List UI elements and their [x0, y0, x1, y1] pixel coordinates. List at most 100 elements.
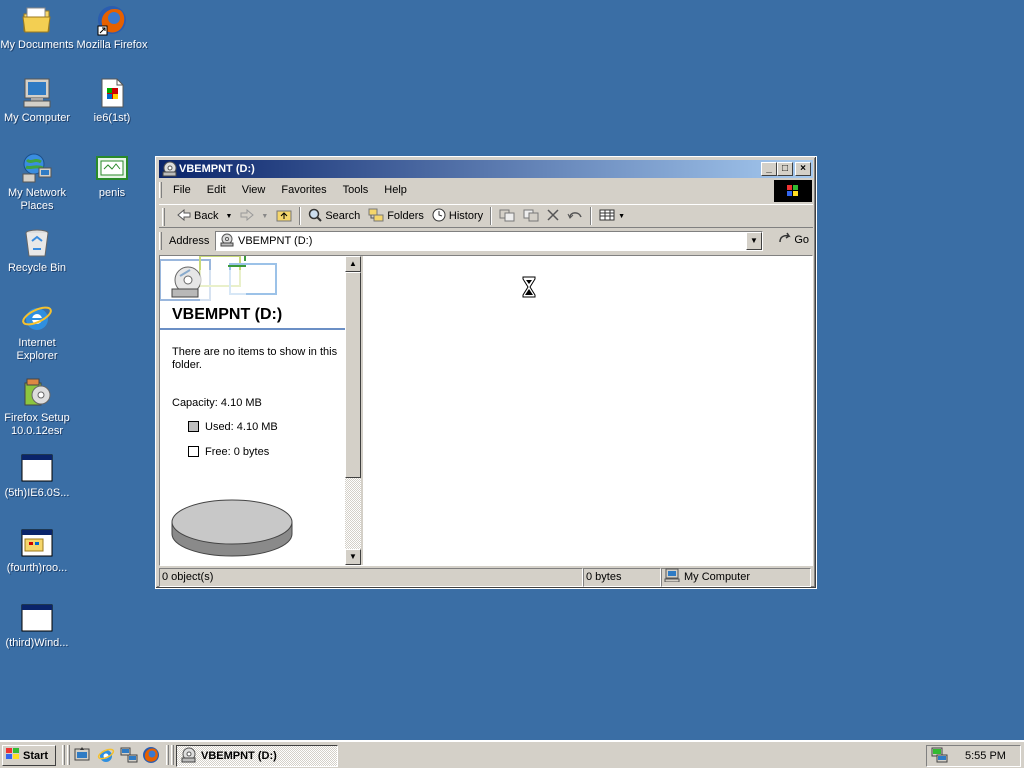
address-bar: Address VBEMPNT (D:) ▼ Go [159, 229, 813, 253]
desktop-icon-label: (5th)IE6.0S... [4, 487, 70, 499]
desktop-icon-my-computer[interactable]: My Computer [0, 77, 74, 125]
addressbar-grip[interactable] [159, 232, 162, 250]
desktop-icon-penis[interactable]: penis [75, 152, 149, 200]
status-objects: 0 object(s) [159, 568, 583, 587]
delete-x-icon [547, 208, 559, 224]
desktop-icon-label: (fourth)roo... [6, 562, 68, 574]
chevron-down-icon: ▼ [349, 552, 357, 561]
free-legend: Free: 0 bytes [188, 446, 269, 459]
menu-favorites[interactable]: Favorites [273, 184, 334, 196]
up-folder-icon [276, 208, 292, 225]
up-folder-button[interactable] [272, 208, 296, 225]
status-bar: 0 object(s) 0 bytes My Computer [159, 568, 813, 587]
desktop-icon-internet-explorer[interactable]: Internet Explorer [0, 302, 74, 363]
back-button[interactable]: Back ▼ [173, 208, 236, 224]
move-to-button[interactable] [495, 208, 519, 225]
clock[interactable]: 5:55 PM [965, 750, 1006, 762]
delete-button[interactable] [543, 208, 563, 224]
window-title: VBEMPNT (D:) [179, 163, 255, 175]
quicklaunch-grip[interactable] [67, 745, 70, 765]
forward-button[interactable]: ▼ [236, 208, 272, 224]
firefox-icon[interactable] [142, 746, 160, 764]
desktop-icon-label: penis [98, 187, 126, 199]
toolbar-grip[interactable] [162, 208, 165, 226]
search-button[interactable]: Search [304, 208, 364, 225]
file-icon [96, 77, 128, 109]
toolbar-separator [299, 207, 302, 225]
desktop-icon-recycle-bin[interactable]: Recycle Bin [0, 227, 74, 275]
explorer-window: VBEMPNT (D:) _ □ × File Edit View Favori… [155, 156, 817, 589]
desktop-icon-fourth-roo[interactable]: (fourth)roo... [0, 527, 74, 575]
menubar-grip[interactable] [159, 182, 162, 198]
go-button[interactable]: Go [778, 232, 809, 247]
desktop-icon-label: My Network Places [7, 187, 67, 212]
desktop-icon-my-network-places[interactable]: My Network Places [0, 152, 74, 213]
minimize-button[interactable]: _ [761, 162, 777, 176]
chevron-up-icon: ▲ [349, 259, 357, 268]
image-icon [96, 152, 128, 184]
computer-icon [21, 77, 53, 109]
desktop-icon-label: Firefox Setup 10.0.12esr [4, 412, 70, 437]
menu-view[interactable]: View [234, 184, 274, 196]
start-button[interactable]: Start [2, 745, 56, 766]
history-label: History [448, 210, 484, 222]
desktop-icon-ie6-1st[interactable]: ie6(1st) [75, 77, 149, 125]
chevron-down-icon: ▼ [261, 212, 269, 220]
hourglass-cursor-icon [522, 276, 536, 301]
address-input[interactable]: VBEMPNT (D:) ▼ [215, 231, 763, 251]
desktop-icon-label: Mozilla Firefox [76, 39, 148, 51]
system-tray: 5:55 PM [926, 745, 1021, 767]
minimize-icon: _ [766, 163, 772, 174]
close-button[interactable]: × [795, 162, 811, 176]
folders-label: Folders [387, 210, 424, 222]
scroll-down-button[interactable]: ▼ [345, 549, 361, 565]
file-list-pane[interactable] [363, 256, 812, 565]
desktop-icon-mozilla-firefox[interactable]: Mozilla Firefox [75, 4, 149, 52]
firefox-icon [96, 4, 128, 36]
used-swatch [188, 421, 199, 432]
desktop-icon-firefox-setup[interactable]: Firefox Setup 10.0.12esr [0, 377, 74, 438]
status-zone-label: My Computer [684, 571, 751, 583]
capacity-text: Capacity: 4.10 MB [172, 397, 262, 409]
menu-tools[interactable]: Tools [335, 184, 377, 196]
undo-button[interactable] [563, 209, 587, 224]
history-clock-icon [432, 208, 446, 225]
menu-file[interactable]: File [165, 184, 199, 196]
copy-to-button[interactable] [519, 208, 543, 225]
recycle-bin-icon [21, 227, 53, 259]
close-icon: × [800, 163, 806, 174]
installer-icon [21, 377, 53, 409]
menu-edit[interactable]: Edit [199, 184, 234, 196]
toolbar-separator [490, 207, 493, 225]
scroll-thumb[interactable] [345, 272, 361, 478]
desktop-icon-label: My Computer [3, 112, 71, 124]
left-pane-scrollbar[interactable]: ▲ ▼ [345, 256, 361, 565]
search-icon [308, 208, 323, 225]
tray-network-icon[interactable] [931, 747, 949, 766]
scroll-up-button[interactable]: ▲ [345, 256, 361, 272]
desktop-icon-label: Internet Explorer [16, 337, 58, 362]
drive-icon [162, 161, 178, 177]
address-label: Address [169, 235, 210, 247]
maximize-button[interactable]: □ [777, 162, 793, 176]
folders-button[interactable]: Folders [364, 208, 428, 225]
address-dropdown-button[interactable]: ▼ [746, 232, 762, 250]
drive-icon [181, 747, 197, 766]
views-button[interactable]: ▼ [595, 209, 629, 224]
window-titlebar[interactable]: VBEMPNT (D:) _ □ × [159, 160, 813, 178]
window-icon [21, 602, 53, 634]
pane-title-underline [160, 328, 345, 330]
desktop-icon-label: ie6(1st) [93, 112, 131, 124]
ie-icon[interactable] [97, 746, 115, 764]
desktop-icon-my-documents[interactable]: My Documents [0, 4, 74, 52]
history-button[interactable]: History [428, 208, 487, 225]
tasklist-grip[interactable] [171, 745, 174, 765]
menu-help[interactable]: Help [376, 184, 415, 196]
network-icon[interactable] [120, 746, 138, 764]
show-desktop-icon[interactable] [73, 746, 91, 764]
taskbar-window-button[interactable]: VBEMPNT (D:) [176, 745, 338, 767]
desktop-icon-third-wind[interactable]: (third)Wind... [0, 602, 74, 650]
desktop-icon-5th-ie6[interactable]: (5th)IE6.0S... [0, 452, 74, 500]
window-icon [21, 452, 53, 484]
used-text: Used: 4.10 MB [205, 421, 278, 433]
